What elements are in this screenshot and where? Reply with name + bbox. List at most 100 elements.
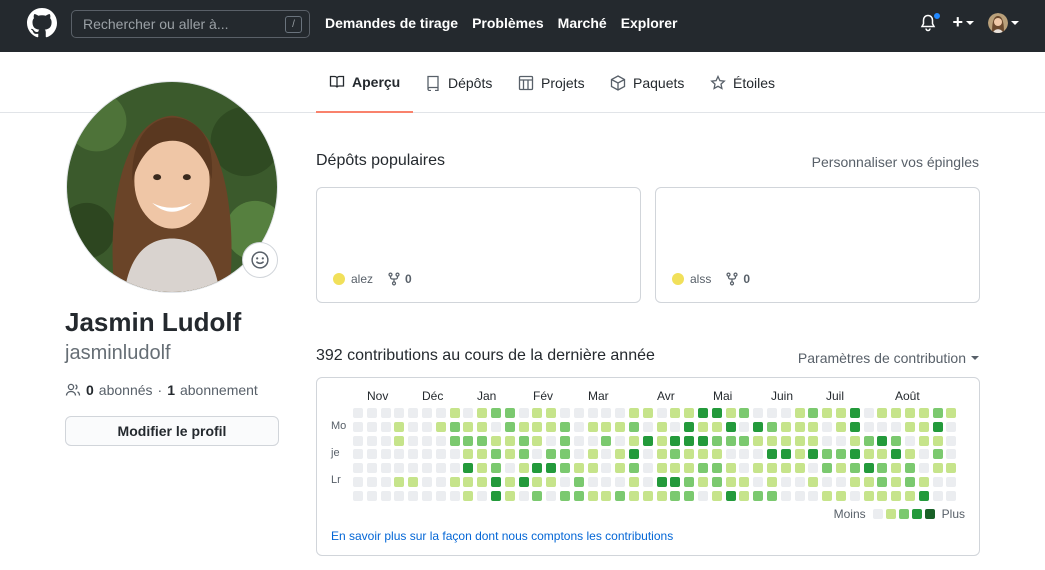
contribution-day[interactable] <box>394 408 405 418</box>
contribution-day[interactable] <box>918 463 929 474</box>
contribution-day[interactable] <box>767 449 777 460</box>
contribution-day[interactable] <box>739 435 750 446</box>
contribution-day[interactable] <box>698 463 708 474</box>
contribution-day[interactable] <box>601 477 612 487</box>
contribution-day[interactable] <box>836 463 846 474</box>
repo-card[interactable]: alez 0 <box>316 187 641 303</box>
contribution-day[interactable] <box>353 490 363 501</box>
tab-overview[interactable]: Aperçu <box>316 52 414 113</box>
contribution-day[interactable] <box>905 421 915 432</box>
contribution-day[interactable] <box>477 463 488 474</box>
contribution-day[interactable] <box>739 490 750 501</box>
contribution-day[interactable] <box>587 477 598 487</box>
contribution-day[interactable] <box>863 435 874 446</box>
contribution-day[interactable] <box>435 408 446 418</box>
contribution-day[interactable] <box>905 449 915 460</box>
contribution-day[interactable] <box>780 421 791 432</box>
contribution-day[interactable] <box>753 449 764 460</box>
contribution-day[interactable] <box>615 408 626 418</box>
contribution-day[interactable] <box>504 477 515 487</box>
contribution-day[interactable] <box>836 435 846 446</box>
contribution-day[interactable] <box>684 408 695 418</box>
contribution-day[interactable] <box>587 421 598 432</box>
contribution-day[interactable] <box>394 477 405 487</box>
contribution-day[interactable] <box>808 463 819 474</box>
contribution-day[interactable] <box>629 421 639 432</box>
contribution-day[interactable] <box>353 449 363 460</box>
nav-issues[interactable]: Problèmes <box>472 15 544 31</box>
contribution-day[interactable] <box>629 449 639 460</box>
contribution-day[interactable] <box>477 421 488 432</box>
contribution-day[interactable] <box>422 463 432 474</box>
contribution-day[interactable] <box>877 477 888 487</box>
contribution-day[interactable] <box>753 477 764 487</box>
contribution-day[interactable] <box>353 435 363 446</box>
nav-marketplace[interactable]: Marché <box>558 15 607 31</box>
contribution-day[interactable] <box>394 435 405 446</box>
contribution-day[interactable] <box>863 463 874 474</box>
contribution-day[interactable] <box>877 421 888 432</box>
contribution-day[interactable] <box>615 463 626 474</box>
search-input[interactable]: Rechercher ou aller à... / <box>71 10 310 38</box>
contribution-day[interactable] <box>767 463 777 474</box>
contribution-day[interactable] <box>877 435 888 446</box>
contribution-day[interactable] <box>546 449 557 460</box>
contribution-day[interactable] <box>422 490 432 501</box>
contribution-day[interactable] <box>932 490 943 501</box>
contribution-day[interactable] <box>366 463 377 474</box>
contribution-day[interactable] <box>477 408 488 418</box>
contribution-day[interactable] <box>753 408 764 418</box>
contribution-day[interactable] <box>435 463 446 474</box>
contribution-day[interactable] <box>711 449 722 460</box>
contribution-day[interactable] <box>491 449 501 460</box>
contribution-day[interactable] <box>642 463 653 474</box>
contribution-day[interactable] <box>463 421 474 432</box>
contribution-day[interactable] <box>863 421 874 432</box>
user-menu-dropdown[interactable] <box>988 12 1019 33</box>
contribution-day[interactable] <box>863 477 874 487</box>
contribution-day[interactable] <box>918 449 929 460</box>
contribution-day[interactable] <box>366 490 377 501</box>
contribution-day[interactable] <box>573 435 584 446</box>
contribution-day[interactable] <box>905 408 915 418</box>
tab-repositories[interactable]: Dépôts <box>425 52 492 113</box>
contribution-day[interactable] <box>353 477 363 487</box>
contribution-day[interactable] <box>891 421 902 432</box>
contribution-day[interactable] <box>366 477 377 487</box>
contribution-day[interactable] <box>684 463 695 474</box>
contribution-day[interactable] <box>642 408 653 418</box>
contribution-day[interactable] <box>532 463 543 474</box>
contribution-day[interactable] <box>449 408 460 418</box>
contribution-day[interactable] <box>822 421 833 432</box>
github-logo-icon[interactable] <box>27 8 57 38</box>
contribution-day[interactable] <box>408 435 419 446</box>
contribution-day[interactable] <box>560 490 570 501</box>
contribution-day[interactable] <box>863 449 874 460</box>
notifications-bell-icon[interactable] <box>920 11 942 33</box>
contribution-day[interactable] <box>767 408 777 418</box>
contribution-day[interactable] <box>684 435 695 446</box>
contribution-day[interactable] <box>656 477 667 487</box>
contribution-day[interactable] <box>380 490 391 501</box>
contribution-day[interactable] <box>849 408 860 418</box>
contribution-day[interactable] <box>739 408 750 418</box>
contribution-day[interactable] <box>380 421 391 432</box>
repo-forks[interactable]: 0 <box>743 272 750 286</box>
contribution-day[interactable] <box>739 449 750 460</box>
contribution-day[interactable] <box>946 408 957 418</box>
contribution-day[interactable] <box>546 435 557 446</box>
contribution-day[interactable] <box>739 477 750 487</box>
contribution-day[interactable] <box>753 490 764 501</box>
customize-pins-link[interactable]: Personnaliser vos épingles <box>812 154 979 170</box>
contribution-day[interactable] <box>518 449 529 460</box>
contribution-day[interactable] <box>491 463 501 474</box>
contribution-day[interactable] <box>698 435 708 446</box>
contribution-day[interactable] <box>946 421 957 432</box>
contribution-day[interactable] <box>615 449 626 460</box>
contribution-day[interactable] <box>794 435 805 446</box>
contribution-day[interactable] <box>463 477 474 487</box>
contribution-day[interactable] <box>849 463 860 474</box>
contribution-day[interactable] <box>491 421 501 432</box>
contribution-day[interactable] <box>670 421 681 432</box>
contribution-day[interactable] <box>491 435 501 446</box>
